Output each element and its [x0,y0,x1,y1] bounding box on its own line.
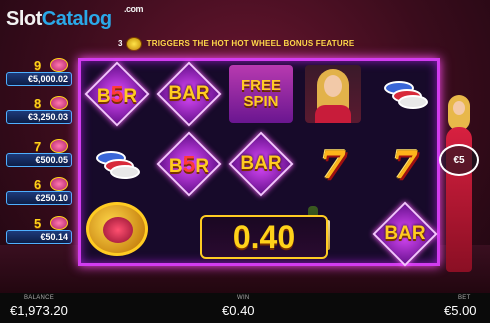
casino-chips-symbol [81,131,153,197]
paytable-value: €3,250.03 [6,110,72,124]
hot-wheel-orb-symbol [86,202,148,256]
balance-value: €1,973.20 [10,303,68,318]
paytable-row: 7 €500.05 [4,139,72,169]
bar-symbol: BAR [369,201,441,267]
bet-value: €5.00 [444,303,477,318]
paytable-value: €250.10 [6,191,72,205]
free-spin-symbol: FREE SPIN [225,61,297,127]
slotcatalog-logo: SlotCatalog .com [6,4,144,30]
chip-icon [110,165,140,179]
b5r-symbol: B5R [153,131,225,197]
paytable-row: 8 €3,250.03 [4,96,72,126]
bar-symbol: BAR [153,61,225,127]
paytable-value: €50.14 [6,230,72,244]
bonus-coin-icon [50,177,68,191]
bonus-coin-icon [50,96,68,110]
paytable-row: 6 €250.10 [4,177,72,207]
casino-chips-symbol [369,61,441,127]
hostess-character [440,95,478,280]
bet-selector-button[interactable]: €5 [439,144,479,176]
woman-symbol [297,61,369,127]
bonus-trigger-count: 3 [118,39,123,49]
bonus-coin-icon [50,139,68,153]
b5r-symbol: B5R [81,61,153,127]
paytable-value: €5,000.02 [6,72,72,86]
balance-label: BALANCE [24,295,55,301]
seven-symbol: 7 [391,141,419,187]
win-label: WIN [237,295,250,301]
bonus-coin-icon [50,58,68,72]
paytable-row: 5 €50.14 [4,216,72,246]
chip-icon [398,95,428,109]
wheel-bonus-icon [125,37,142,51]
paytable-value: €500.05 [6,153,72,167]
bonus-coin-icon [50,216,68,230]
bonus-feature-banner: 3 TRIGGERS THE HOT HOT WHEEL BONUS FEATUR… [118,37,354,51]
win-value: €0.40 [222,303,255,318]
seven-symbol: 7 [319,141,347,187]
paytable-row: 9 €5,000.02 [4,58,72,88]
bonus-feature-text: TRIGGERS THE HOT HOT WHEEL BONUS FEATURE [146,39,355,49]
bar-symbol: BAR [225,131,297,197]
bet-label: BET [458,295,471,301]
win-amount-display: 0.40 [200,215,328,259]
